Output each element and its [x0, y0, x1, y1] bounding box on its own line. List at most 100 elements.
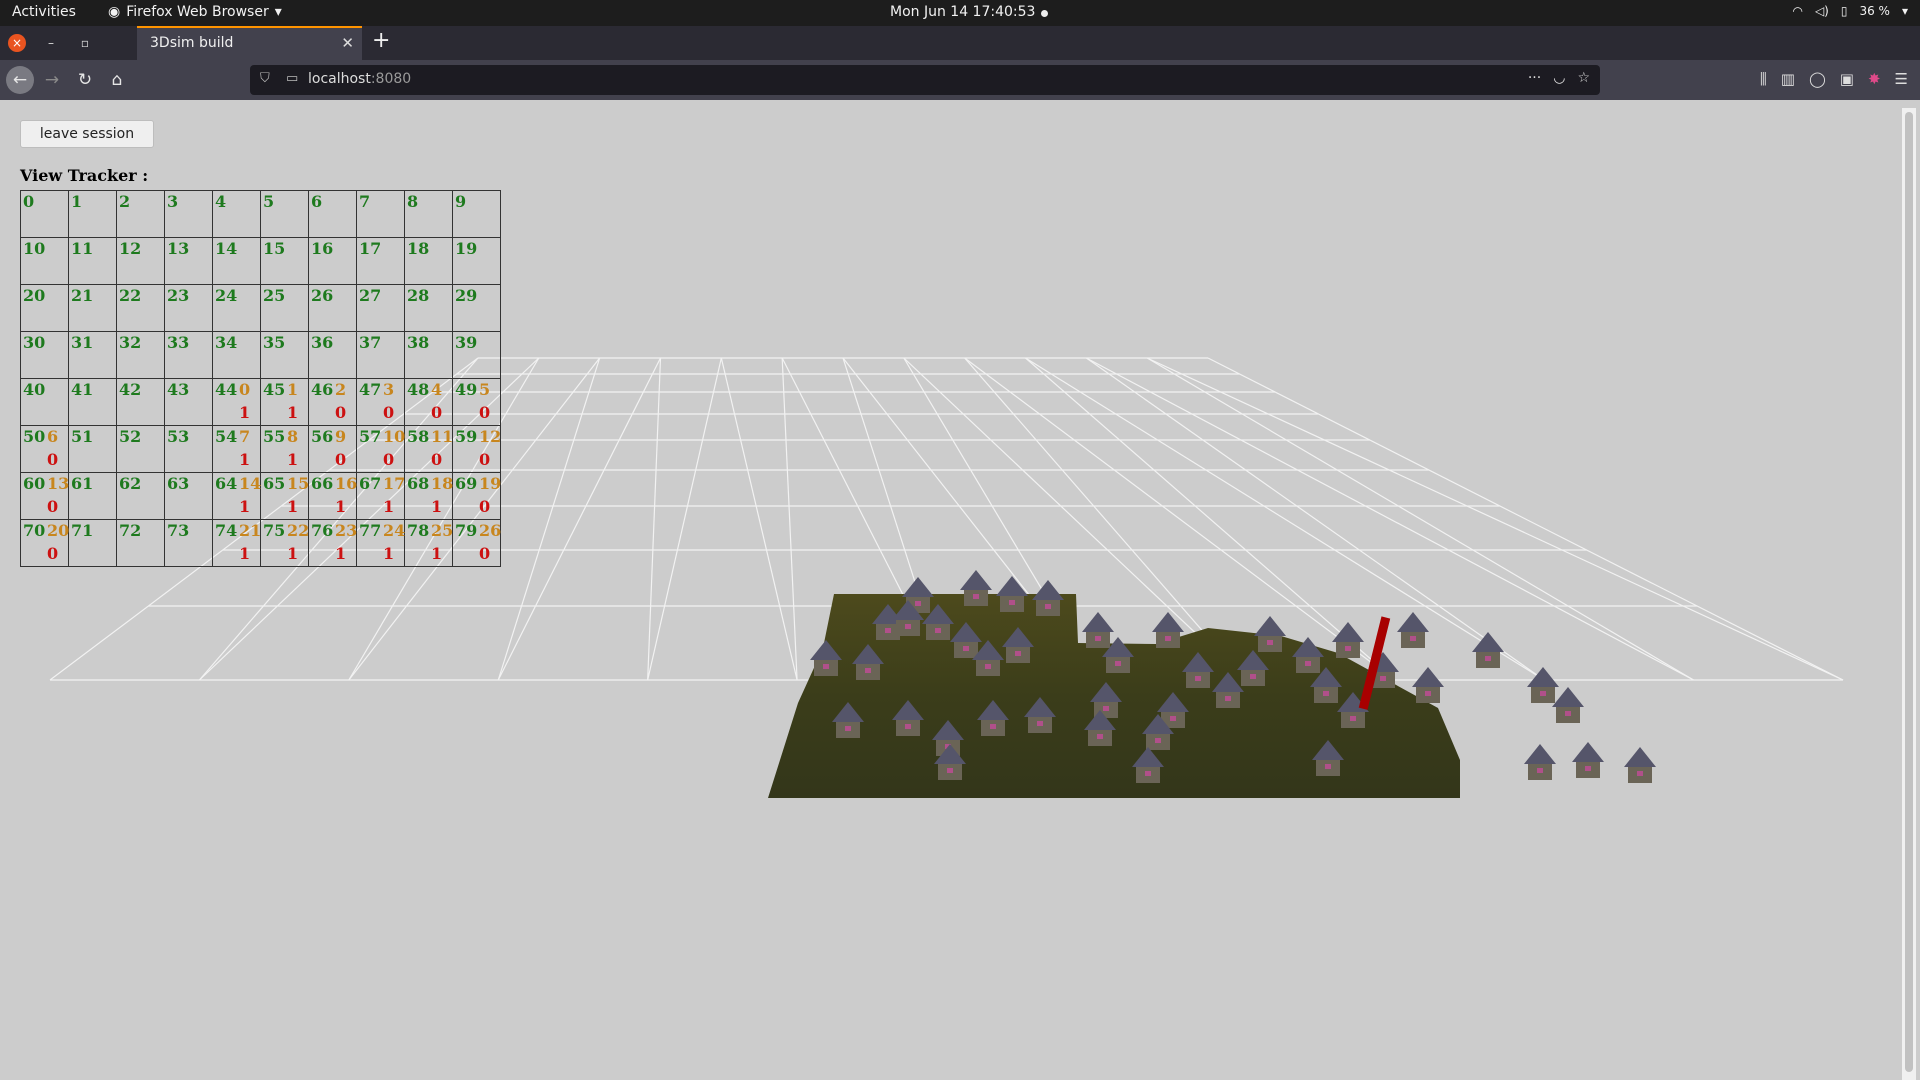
tracker-cell: 71 [68, 519, 117, 567]
tracker-cell-id: 45 [263, 380, 286, 399]
caret-down-icon: ▾ [274, 4, 282, 20]
tab-close-icon[interactable]: ✕ [341, 34, 354, 52]
tracker-cell: 13 [164, 237, 213, 285]
url-bar[interactable]: ⛉ ▭ localhost:8080 ··· ◡ ☆ [250, 65, 1600, 95]
house [1332, 622, 1364, 658]
tracker-cell: 45 1 1 [260, 378, 309, 426]
tracker-cell-id: 61 [71, 474, 94, 493]
tracker-cell-id: 58 [407, 427, 430, 446]
tracker-row: 30 31 32 33 34 35 36 37 38 39 [20, 331, 501, 379]
extension-icon[interactable]: ▣ [1840, 70, 1854, 88]
page-actions-icon[interactable]: ··· [1528, 70, 1541, 86]
tracker-cell-id: 9 [455, 192, 467, 211]
window-minimize-icon[interactable]: – [42, 34, 60, 52]
tracker-cell-value: 10 [383, 427, 406, 446]
tracker-cell-id: 2 [119, 192, 131, 211]
tracker-row: 60 13 0 61 62 63 64 14 1 65 15 1 66 16 1 67 17 1 68 18 1 69 19… [20, 472, 501, 520]
tracker-cell-id: 54 [215, 427, 238, 446]
page-scrollbar[interactable] [1902, 108, 1916, 1080]
tracker-cell: 3 [164, 190, 213, 238]
tracker-cell-id: 46 [311, 380, 334, 399]
tracker-cell-id: 47 [359, 380, 382, 399]
tab-3dsim-build[interactable]: 3Dsim build ✕ [137, 26, 362, 60]
tracker-cell-value: 20 [47, 521, 70, 540]
scrollbar-thumb[interactable] [1905, 112, 1913, 1072]
pocket-icon[interactable]: ◡ [1553, 70, 1565, 86]
tracker-cell: 48 4 0 [404, 378, 453, 426]
tab-title: 3Dsim build [150, 35, 234, 51]
tracker-cell-value: 21 [239, 521, 262, 540]
account-icon[interactable]: ◯ [1809, 70, 1826, 88]
volume-icon: ◁) [1814, 4, 1829, 18]
tracker-cell-id: 44 [215, 380, 238, 399]
tracker-cell: 22 [116, 284, 165, 332]
tracker-cell-id: 12 [119, 239, 142, 258]
window-restore-icon[interactable]: ▫ [76, 34, 94, 52]
tracker-cell-id: 65 [263, 474, 286, 493]
tracker-cell-flag: 0 [383, 403, 395, 422]
back-arrow-icon[interactable]: ← [6, 66, 34, 94]
tracker-cell-id: 4 [215, 192, 227, 211]
tracker-cell: 50 6 0 [20, 425, 69, 473]
grid-line [497, 357, 601, 681]
tracker-cell-flag: 1 [239, 497, 251, 516]
tracker-cell-value: 11 [431, 427, 454, 446]
tracker-cell-id: 72 [119, 521, 142, 540]
tracker-cell-flag: 0 [47, 450, 59, 469]
tracker-cell-value: 22 [287, 521, 310, 540]
home-icon[interactable]: ⌂ [105, 68, 129, 92]
tracker-cell-flag: 1 [287, 544, 299, 563]
leave-session-button[interactable]: leave session [20, 120, 154, 148]
tracker-cell-id: 70 [23, 521, 46, 540]
tracker-cell: 39 [452, 331, 501, 379]
tracker-cell: 16 [308, 237, 357, 285]
tracker-cell: 77 24 1 [356, 519, 405, 567]
tracker-cell-id: 38 [407, 333, 430, 352]
tracker-cell: 60 13 0 [20, 472, 69, 520]
tracker-cell-flag: 1 [239, 544, 251, 563]
tracker-row: 10 11 12 13 14 15 16 17 18 19 [20, 237, 501, 285]
sidebar-icon[interactable]: ▥ [1781, 70, 1795, 88]
tracker-cell-id: 48 [407, 380, 430, 399]
tracker-cell-id: 77 [359, 521, 382, 540]
tracker-cell-flag: 0 [479, 403, 491, 422]
tracker-cell: 20 [20, 284, 69, 332]
tracker-cell: 64 14 1 [212, 472, 262, 520]
tracker-cell-value: 14 [239, 474, 262, 493]
tracker-cell: 10 [20, 237, 69, 285]
house [1254, 616, 1286, 652]
navigation-toolbar: ← → ↻ ⌂ ⛉ ▭ localhost:8080 ··· ◡ ☆ ⫼ ▥ ◯… [0, 60, 1920, 100]
activities-button[interactable]: Activities [12, 4, 76, 20]
new-tab-icon[interactable]: + [372, 28, 390, 53]
tracker-cell-id: 59 [455, 427, 478, 446]
reload-icon[interactable]: ↻ [73, 68, 97, 92]
tracker-cell: 32 [116, 331, 165, 379]
grid-line [1207, 357, 1844, 681]
tracker-cell: 57 10 0 [356, 425, 406, 473]
tracker-cell-id: 26 [311, 286, 334, 305]
tracker-cell-id: 62 [119, 474, 142, 493]
system-tray[interactable]: ◠ ◁) ▯ 36 % ▾ [1792, 4, 1908, 18]
tracker-cell: 31 [68, 331, 117, 379]
extension-color-icon[interactable]: ✸ [1868, 70, 1881, 88]
library-icon[interactable]: ⫼ [1760, 70, 1767, 88]
url-text[interactable]: localhost:8080 [308, 71, 411, 87]
app-menu[interactable]: ◉ Firefox Web Browser ▾ [108, 4, 282, 20]
tracker-cell-id: 29 [455, 286, 478, 305]
tracker-cell-flag: 0 [431, 403, 443, 422]
bookmark-star-icon[interactable]: ☆ [1577, 70, 1590, 86]
tracker-cell-value: 18 [431, 474, 454, 493]
tracker-cell-flag: 1 [287, 450, 299, 469]
menu-icon[interactable]: ☰ [1895, 70, 1908, 88]
page-icon: ▭ [286, 71, 299, 86]
shield-icon: ⛉ [260, 71, 270, 86]
tracker-cell: 44 0 1 [212, 378, 261, 426]
view-tracker-title: View Tracker : [20, 166, 149, 185]
forward-arrow-icon[interactable]: → [40, 68, 64, 92]
tracker-cell: 65 15 1 [260, 472, 309, 520]
clock[interactable]: Mon Jun 14 17:40:53 [890, 4, 1035, 20]
window-close-icon[interactable]: × [8, 34, 26, 52]
tracker-cell-id: 10 [23, 239, 46, 258]
tracker-cell-flag: 1 [431, 544, 443, 563]
tracker-cell-id: 74 [215, 521, 238, 540]
